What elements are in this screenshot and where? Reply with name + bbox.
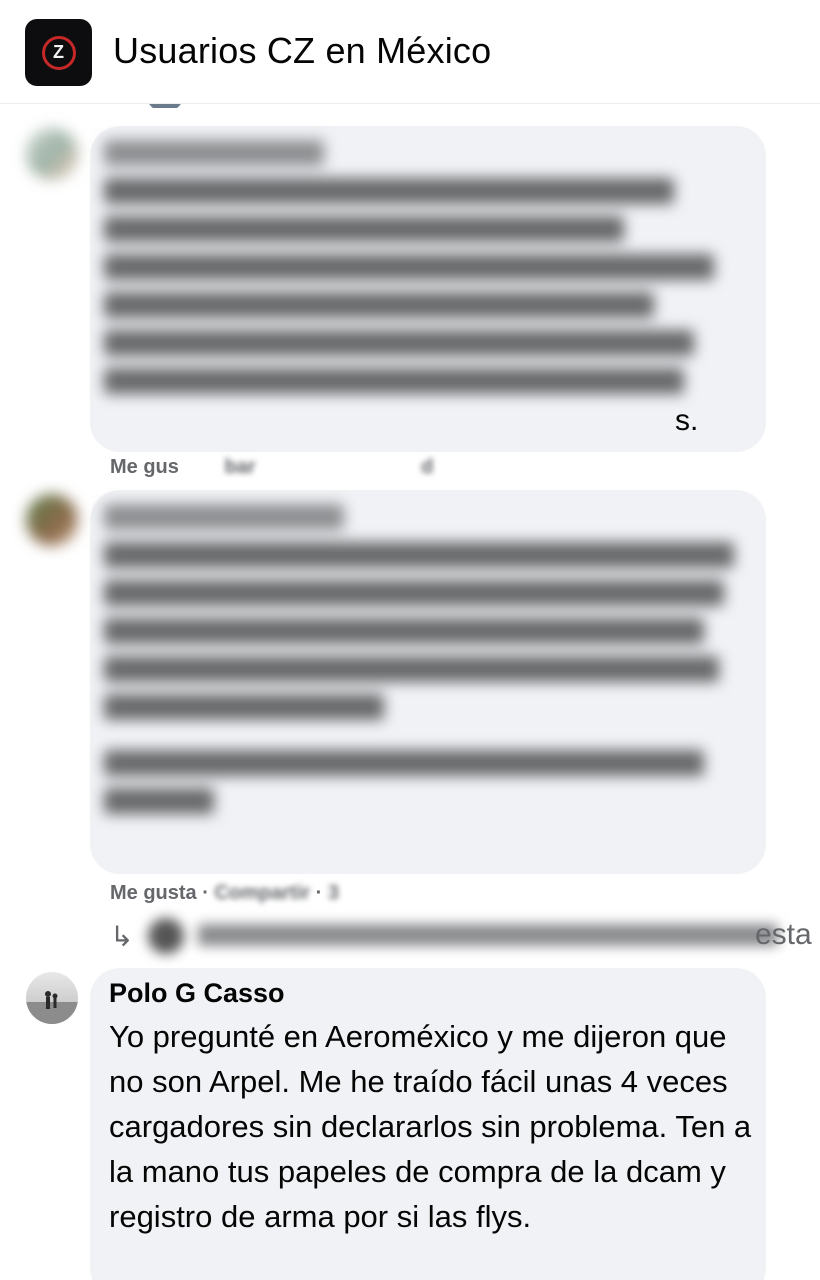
comment-actions: Me gus bar d (110, 456, 433, 479)
comment-text-tail: s. (675, 404, 699, 437)
like-button[interactable]: Me gus (110, 456, 179, 478)
comment-bubble: s. (90, 126, 766, 452)
like-button[interactable]: Me gusta (110, 882, 197, 904)
view-replies-link[interactable] (148, 914, 788, 954)
view-replies-label[interactable]: esta (755, 918, 812, 952)
group-header: Z Usuarios CZ en México (0, 0, 820, 104)
group-logo-icon[interactable]: Z (25, 19, 92, 86)
share-button[interactable]: bar (224, 456, 255, 478)
avatar-photo-icon (26, 991, 78, 1024)
reply-button[interactable]: d (421, 456, 433, 478)
group-title[interactable]: Usuarios CZ en México (113, 30, 491, 72)
comment-author[interactable]: Polo G Casso (109, 978, 285, 1009)
reply-arrow-icon: ↳ (110, 921, 134, 952)
redacted-comment-text (104, 504, 744, 826)
avatar[interactable] (26, 972, 78, 1024)
avatar[interactable] (26, 128, 78, 180)
comment-text: Yo pregunté en Aeroméxico y me dijeron q… (109, 1019, 752, 1234)
share-button[interactable]: Compartir (214, 882, 310, 904)
comment-bubble (90, 490, 766, 874)
comment-timestamp: 3 (327, 882, 339, 904)
comment-actions: Me gusta · Compartir · 3 (110, 882, 339, 904)
group-logo-mark: Z (41, 35, 76, 70)
redacted-comment-text (104, 140, 744, 406)
avatar[interactable] (26, 494, 78, 546)
